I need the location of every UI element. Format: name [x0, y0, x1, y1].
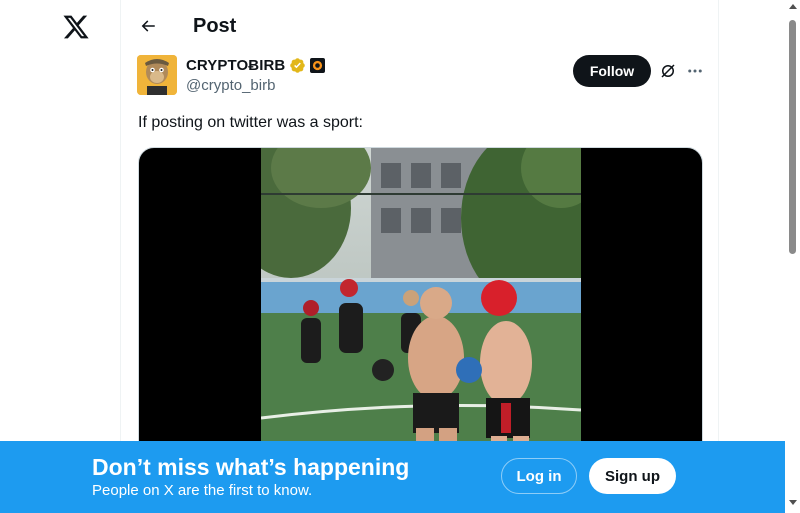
- more-dots-icon: [688, 69, 702, 73]
- grok-icon: [661, 64, 675, 78]
- main-column: Post CRYPTOɃIRB @crypto_birb Follow If p…: [120, 0, 719, 513]
- scroll-up-arrow-icon[interactable]: [789, 4, 797, 9]
- back-button[interactable]: [135, 13, 161, 39]
- post-text: If posting on twitter was a sport:: [138, 114, 363, 131]
- banner-subtitle: People on X are the first to know.: [92, 482, 313, 499]
- scroll-down-arrow-icon[interactable]: [789, 500, 797, 505]
- login-prompt-banner: Don’t miss what’s happening People on X …: [0, 441, 785, 513]
- affiliate-logo-icon: [313, 60, 323, 70]
- left-nav: [0, 0, 120, 513]
- grok-button[interactable]: [656, 61, 680, 81]
- author-handle[interactable]: @crypto_birb: [186, 77, 275, 94]
- post-video[interactable]: [138, 147, 703, 467]
- avatar-image: [137, 55, 177, 95]
- affiliate-badge-icon[interactable]: [310, 57, 326, 73]
- video-frame: [261, 148, 581, 466]
- verified-badge-gold-icon: [290, 57, 306, 73]
- author-name-row[interactable]: CRYPTOɃIRB: [186, 56, 326, 74]
- arrow-left-icon: [141, 20, 155, 32]
- x-logo-icon[interactable]: [62, 13, 90, 41]
- banner-title: Don’t miss what’s happening: [92, 454, 410, 480]
- avatar[interactable]: [137, 55, 177, 95]
- page-header: Post: [121, 0, 720, 53]
- page-title: Post: [193, 15, 237, 37]
- author-display-name[interactable]: CRYPTOɃIRB: [186, 57, 285, 74]
- log-in-button[interactable]: Log in: [501, 458, 577, 494]
- scroll-thumb[interactable]: [789, 20, 796, 254]
- more-options-button[interactable]: [684, 61, 706, 81]
- page-scrollbar[interactable]: [785, 0, 800, 513]
- follow-button[interactable]: Follow: [573, 55, 651, 87]
- sign-up-button[interactable]: Sign up: [589, 458, 676, 494]
